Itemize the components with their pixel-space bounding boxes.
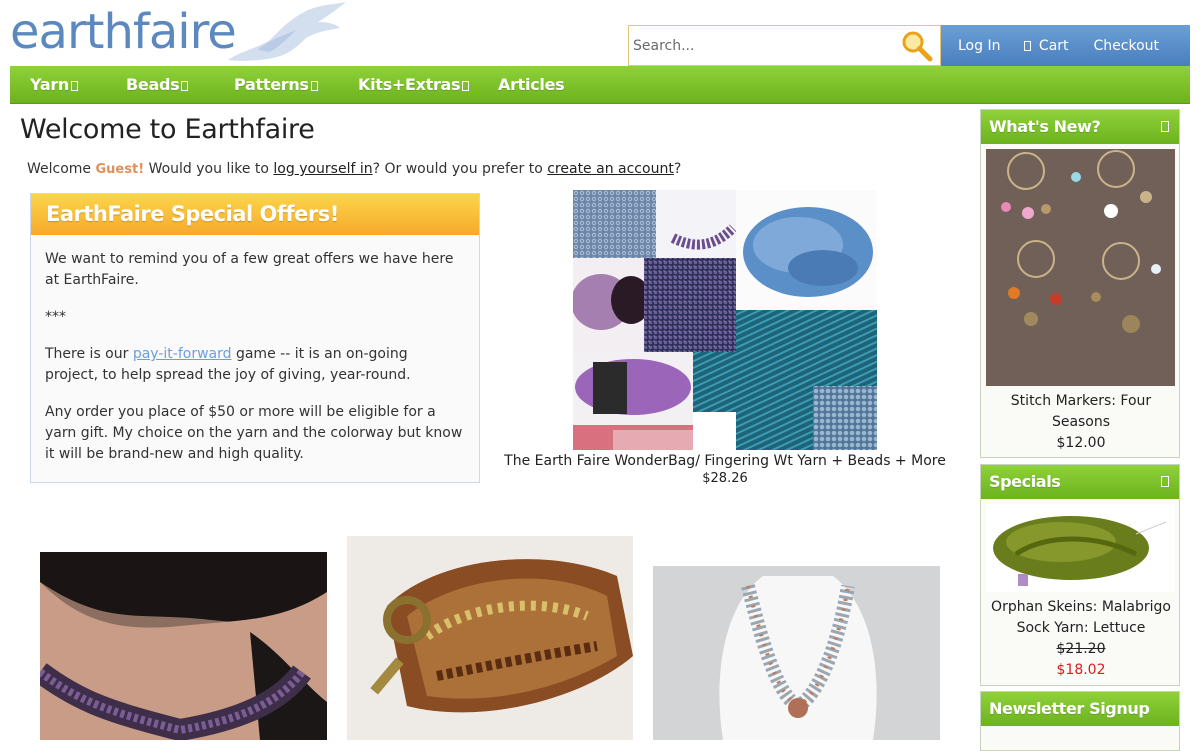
newsletter-box: Newsletter Signup	[980, 691, 1180, 751]
stitch-markers-image[interactable]	[986, 149, 1175, 386]
site-logo[interactable]: earthfaire	[8, 0, 348, 66]
nav-label: Kits+Extras	[358, 75, 461, 94]
whats-new-heading: What's New?	[981, 110, 1179, 144]
search-input[interactable]	[629, 26, 899, 65]
special-offers-body: We want to remind you of a few great off…	[31, 235, 479, 465]
guest-label: Guest!	[95, 162, 145, 177]
featured-product-price: $28.26	[702, 471, 748, 486]
nav-item-yarn[interactable]: Yarn	[30, 66, 81, 104]
nav-label: Beads	[126, 75, 180, 94]
nav-item-beads[interactable]: Beads	[126, 66, 191, 104]
nav-item-patterns[interactable]: Patterns	[234, 66, 321, 104]
welcome-suffix: ?	[673, 161, 682, 177]
specials-title: Specials	[989, 472, 1061, 491]
account-bar: Log In Cart Checkout	[941, 25, 1190, 66]
pay-it-forward-link[interactable]: pay-it-forward	[133, 346, 232, 362]
bracelet-photo[interactable]	[347, 536, 633, 740]
specials-box: Specials Orphan Skeins: Malabrigo Sock Y…	[980, 464, 1180, 686]
expand-icon[interactable]	[1161, 476, 1169, 487]
necklace-photo-2[interactable]	[653, 566, 940, 740]
lettuce-yarn-image[interactable]	[986, 504, 1175, 592]
search-bar	[628, 25, 941, 66]
whats-new-title: What's New?	[989, 117, 1101, 136]
page-title: Welcome to Earthfaire	[20, 114, 315, 145]
newsletter-heading: Newsletter Signup	[981, 692, 1179, 726]
checkout-link[interactable]: Checkout	[1094, 38, 1160, 54]
offers-separator: ***	[45, 309, 66, 325]
nav-item-kits-extras[interactable]: Kits+Extras	[358, 66, 472, 104]
whats-new-box: What's New? Stitch Markers: Four Seasons…	[980, 109, 1180, 458]
login-inline-link[interactable]: log yourself in	[273, 161, 372, 177]
chevron-down-icon	[310, 81, 318, 91]
offers-paragraph: We want to remind you of a few great off…	[45, 251, 454, 288]
login-link[interactable]: Log In	[958, 38, 1000, 54]
specials-sale-price: $18.02	[1056, 662, 1106, 678]
chevron-down-icon	[181, 81, 189, 91]
welcome-mid2: ? Or would you prefer to	[372, 161, 543, 177]
offers-text: There is our	[45, 346, 129, 362]
special-offers-heading: EarthFaire Special Offers!	[31, 194, 479, 235]
chevron-down-icon	[71, 81, 78, 91]
logo-wordmark: earthfaire	[10, 4, 237, 60]
welcome-mid: Would you like to	[148, 161, 269, 177]
welcome-message: Welcome Guest! Would you like to log you…	[27, 161, 681, 177]
create-account-link[interactable]: create an account	[547, 161, 674, 177]
cart-icon	[1024, 40, 1032, 51]
whats-new-product-price: $12.00	[1056, 435, 1106, 451]
chevron-down-icon	[462, 81, 470, 91]
nav-item-articles[interactable]: Articles	[498, 66, 565, 104]
main-nav: Yarn Beads Patterns Kits+Extras Articles	[10, 66, 1190, 104]
cart-link[interactable]: Cart	[1022, 37, 1069, 54]
featured-product-name[interactable]: The Earth Faire WonderBag/ Fingering Wt …	[500, 453, 950, 469]
nav-label: Articles	[498, 75, 565, 94]
offers-paragraph: There is our pay-it-forward game -- it i…	[45, 344, 465, 386]
welcome-prefix: Welcome	[27, 161, 92, 177]
cart-label: Cart	[1038, 37, 1069, 54]
specials-old-price: $21.20	[1056, 641, 1106, 657]
search-icon	[902, 31, 933, 62]
specials-heading: Specials	[981, 465, 1179, 499]
search-button[interactable]	[900, 30, 934, 62]
specials-product-name[interactable]: Orphan Skeins: Malabrigo Sock Yarn: Lett…	[991, 597, 1171, 639]
nav-label: Patterns	[234, 75, 309, 94]
whats-new-product-name[interactable]: Stitch Markers: Four Seasons	[991, 391, 1171, 433]
offers-paragraph: Any order you place of $50 or more will …	[45, 404, 463, 462]
special-offers-box: EarthFaire Special Offers! We want to re…	[30, 193, 480, 483]
necklace-photo-1[interactable]	[40, 552, 327, 740]
featured-product-image[interactable]	[573, 190, 877, 450]
expand-icon[interactable]	[1161, 121, 1169, 132]
nav-label: Yarn	[30, 75, 69, 94]
